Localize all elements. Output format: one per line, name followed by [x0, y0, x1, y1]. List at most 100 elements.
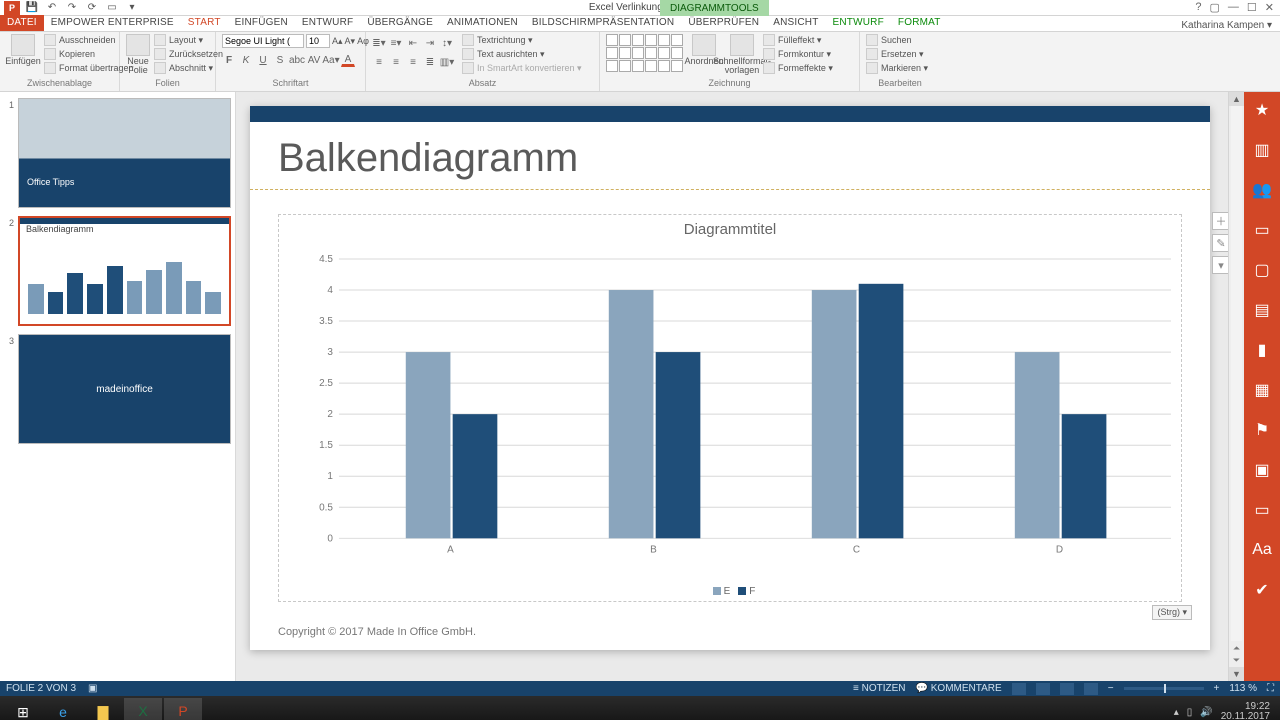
- reading-view-button[interactable]: [1060, 683, 1074, 695]
- bar-D-F[interactable]: [1062, 414, 1107, 538]
- layout-button[interactable]: Layout ▾: [154, 34, 223, 46]
- increase-font-icon[interactable]: A▴: [332, 36, 343, 47]
- slide-panel[interactable]: 1Office Tipps2Balkendiagramm3madeinoffic…: [0, 92, 236, 681]
- section-button[interactable]: Abschnitt ▾: [154, 62, 223, 74]
- case-button[interactable]: Aa▾: [324, 53, 338, 67]
- align-center-button[interactable]: ≡: [389, 55, 403, 69]
- legend-entry-E[interactable]: E: [724, 586, 731, 597]
- tab-start[interactable]: START: [181, 15, 228, 31]
- layout-icon[interactable]: ▤: [1250, 298, 1274, 322]
- ribbon-options-icon[interactable]: ▢: [1210, 1, 1220, 14]
- chart-object[interactable]: Diagrammtitel 00.511.522.533.544.5ABCD E…: [278, 214, 1182, 602]
- scroll-down-icon[interactable]: ▼: [1229, 667, 1244, 681]
- prev-slide-icon[interactable]: ⏶: [1229, 643, 1244, 655]
- justify-button[interactable]: ≣: [423, 55, 437, 69]
- user-badge[interactable]: Katharina Kampen ▾: [1173, 20, 1280, 31]
- bar-C-F[interactable]: [859, 284, 904, 539]
- bold-button[interactable]: F: [222, 53, 236, 67]
- taskbar-excel[interactable]: X: [124, 698, 162, 720]
- scroll-track[interactable]: [1231, 106, 1242, 641]
- slide-editor[interactable]: Balkendiagramm Diagrammtitel 00.511.522.…: [236, 92, 1228, 681]
- favorite-icon[interactable]: ★: [1250, 98, 1274, 122]
- taskbar-powerpoint[interactable]: P: [164, 698, 202, 720]
- smartart-button[interactable]: In SmartArt konvertieren ▾: [462, 62, 582, 74]
- chart-plot-area[interactable]: 00.511.522.533.544.5ABCD: [319, 249, 1171, 558]
- shape-effects-button[interactable]: Formeffekte ▾: [763, 62, 833, 74]
- vertical-scrollbar[interactable]: ▲ ⏶ ⏷ ▼: [1228, 92, 1244, 681]
- slide-canvas[interactable]: Balkendiagramm Diagrammtitel 00.511.522.…: [250, 106, 1210, 650]
- qat-more-icon[interactable]: ▾: [124, 1, 140, 15]
- tab-übergänge[interactable]: ÜBERGÄNGE: [360, 15, 440, 31]
- shape-outline-button[interactable]: Formkontur ▾: [763, 48, 833, 60]
- chart-elements-button[interactable]: ＋: [1212, 212, 1228, 230]
- people-icon[interactable]: 👥: [1250, 178, 1274, 202]
- chart-title[interactable]: Diagrammtitel: [279, 215, 1181, 244]
- bar-A-F[interactable]: [453, 414, 498, 538]
- bar-A-E[interactable]: [406, 352, 451, 538]
- reset-button[interactable]: Zurücksetzen: [154, 48, 223, 60]
- tab-animationen[interactable]: ANIMATIONEN: [440, 15, 525, 31]
- slide-title[interactable]: Balkendiagramm: [250, 122, 1210, 190]
- zoom-slider[interactable]: [1124, 687, 1204, 690]
- table-icon[interactable]: ▦: [1250, 378, 1274, 402]
- tab-bildschirmpräsentation[interactable]: BILDSCHIRMPRÄSENTATION: [525, 15, 681, 31]
- font-name-input[interactable]: [222, 34, 304, 48]
- presentation-icon[interactable]: ▭: [1250, 218, 1274, 242]
- presentation-icon[interactable]: ▭: [104, 1, 120, 15]
- shadow-button[interactable]: abc: [290, 53, 304, 67]
- undo-icon[interactable]: ↶: [44, 1, 60, 15]
- underline-button[interactable]: U: [256, 53, 270, 67]
- tray-clock[interactable]: 19:22 20.11.2017: [1221, 702, 1270, 720]
- tab-überprüfen[interactable]: ÜBERPRÜFEN: [681, 15, 766, 31]
- spacing-button[interactable]: AV: [307, 53, 321, 67]
- italic-button[interactable]: K: [239, 53, 253, 67]
- refresh-icon[interactable]: ⟳: [84, 1, 100, 15]
- align-left-button[interactable]: ≡: [372, 55, 386, 69]
- slide-preview[interactable]: madeinoffice: [18, 334, 231, 444]
- zoom-in-button[interactable]: +: [1214, 683, 1220, 694]
- taskbar-ie[interactable]: e: [44, 698, 82, 720]
- map-icon[interactable]: ⚑: [1250, 418, 1274, 442]
- numbering-button[interactable]: ≡▾: [389, 36, 403, 50]
- chart-filters-button[interactable]: ▾: [1212, 256, 1228, 274]
- tab-einfügen[interactable]: EINFÜGEN: [228, 15, 295, 31]
- new-slide-button[interactable]: Neue Folie: [126, 34, 150, 75]
- slide-thumb-3[interactable]: 3madeinoffice: [0, 332, 235, 450]
- zoom-level[interactable]: 113 %: [1229, 683, 1257, 694]
- align-text-button[interactable]: Text ausrichten ▾: [462, 48, 582, 60]
- slide-icon[interactable]: ▢: [1250, 258, 1274, 282]
- slide-thumb-2[interactable]: 2Balkendiagramm: [0, 214, 235, 332]
- system-tray[interactable]: ▴ ▯ 🔊 19:22 20.11.2017: [1174, 702, 1276, 720]
- minimize-icon[interactable]: —: [1228, 1, 1239, 14]
- maximize-icon[interactable]: ☐: [1247, 1, 1257, 14]
- chart-icon[interactable]: ▮: [1250, 338, 1274, 362]
- bar-D-E[interactable]: [1015, 352, 1060, 538]
- chart-legend[interactable]: EF: [279, 586, 1181, 597]
- legend-entry-F[interactable]: F: [749, 586, 755, 597]
- tab-format[interactable]: FORMAT: [891, 15, 948, 31]
- slide-preview[interactable]: Office Tipps: [18, 98, 231, 208]
- slideshow-view-button[interactable]: [1084, 683, 1098, 695]
- normal-view-button[interactable]: [1012, 683, 1026, 695]
- start-button[interactable]: ⊞: [4, 698, 42, 720]
- paste-options-button[interactable]: (Strg) ▾: [1152, 605, 1192, 620]
- shape-fill-button[interactable]: Fülleffekt ▾: [763, 34, 833, 46]
- tray-up-icon[interactable]: ▴: [1174, 707, 1179, 718]
- select-button[interactable]: Markieren ▾: [866, 62, 928, 74]
- increase-indent-button[interactable]: ⇥: [423, 36, 437, 50]
- align-right-button[interactable]: ≡: [406, 55, 420, 69]
- find-button[interactable]: Suchen: [866, 34, 928, 46]
- notes-button[interactable]: ≡ NOTIZEN: [853, 683, 906, 694]
- chart-styles-button[interactable]: ✎: [1212, 234, 1228, 252]
- sorter-view-button[interactable]: [1036, 683, 1050, 695]
- slide-preview[interactable]: Balkendiagramm: [18, 216, 231, 326]
- fit-button[interactable]: ⛶: [1267, 683, 1274, 694]
- help-icon[interactable]: ?: [1195, 1, 1201, 14]
- next-slide-icon[interactable]: ⏷: [1229, 655, 1244, 667]
- close-icon[interactable]: ✕: [1265, 1, 1274, 14]
- library-icon[interactable]: ▥: [1250, 138, 1274, 162]
- decrease-font-icon[interactable]: A▾: [345, 36, 356, 47]
- line-spacing-button[interactable]: ↕▾: [440, 36, 454, 50]
- bar-B-E[interactable]: [609, 290, 654, 538]
- slide-counter[interactable]: FOLIE 2 VON 3: [6, 683, 76, 694]
